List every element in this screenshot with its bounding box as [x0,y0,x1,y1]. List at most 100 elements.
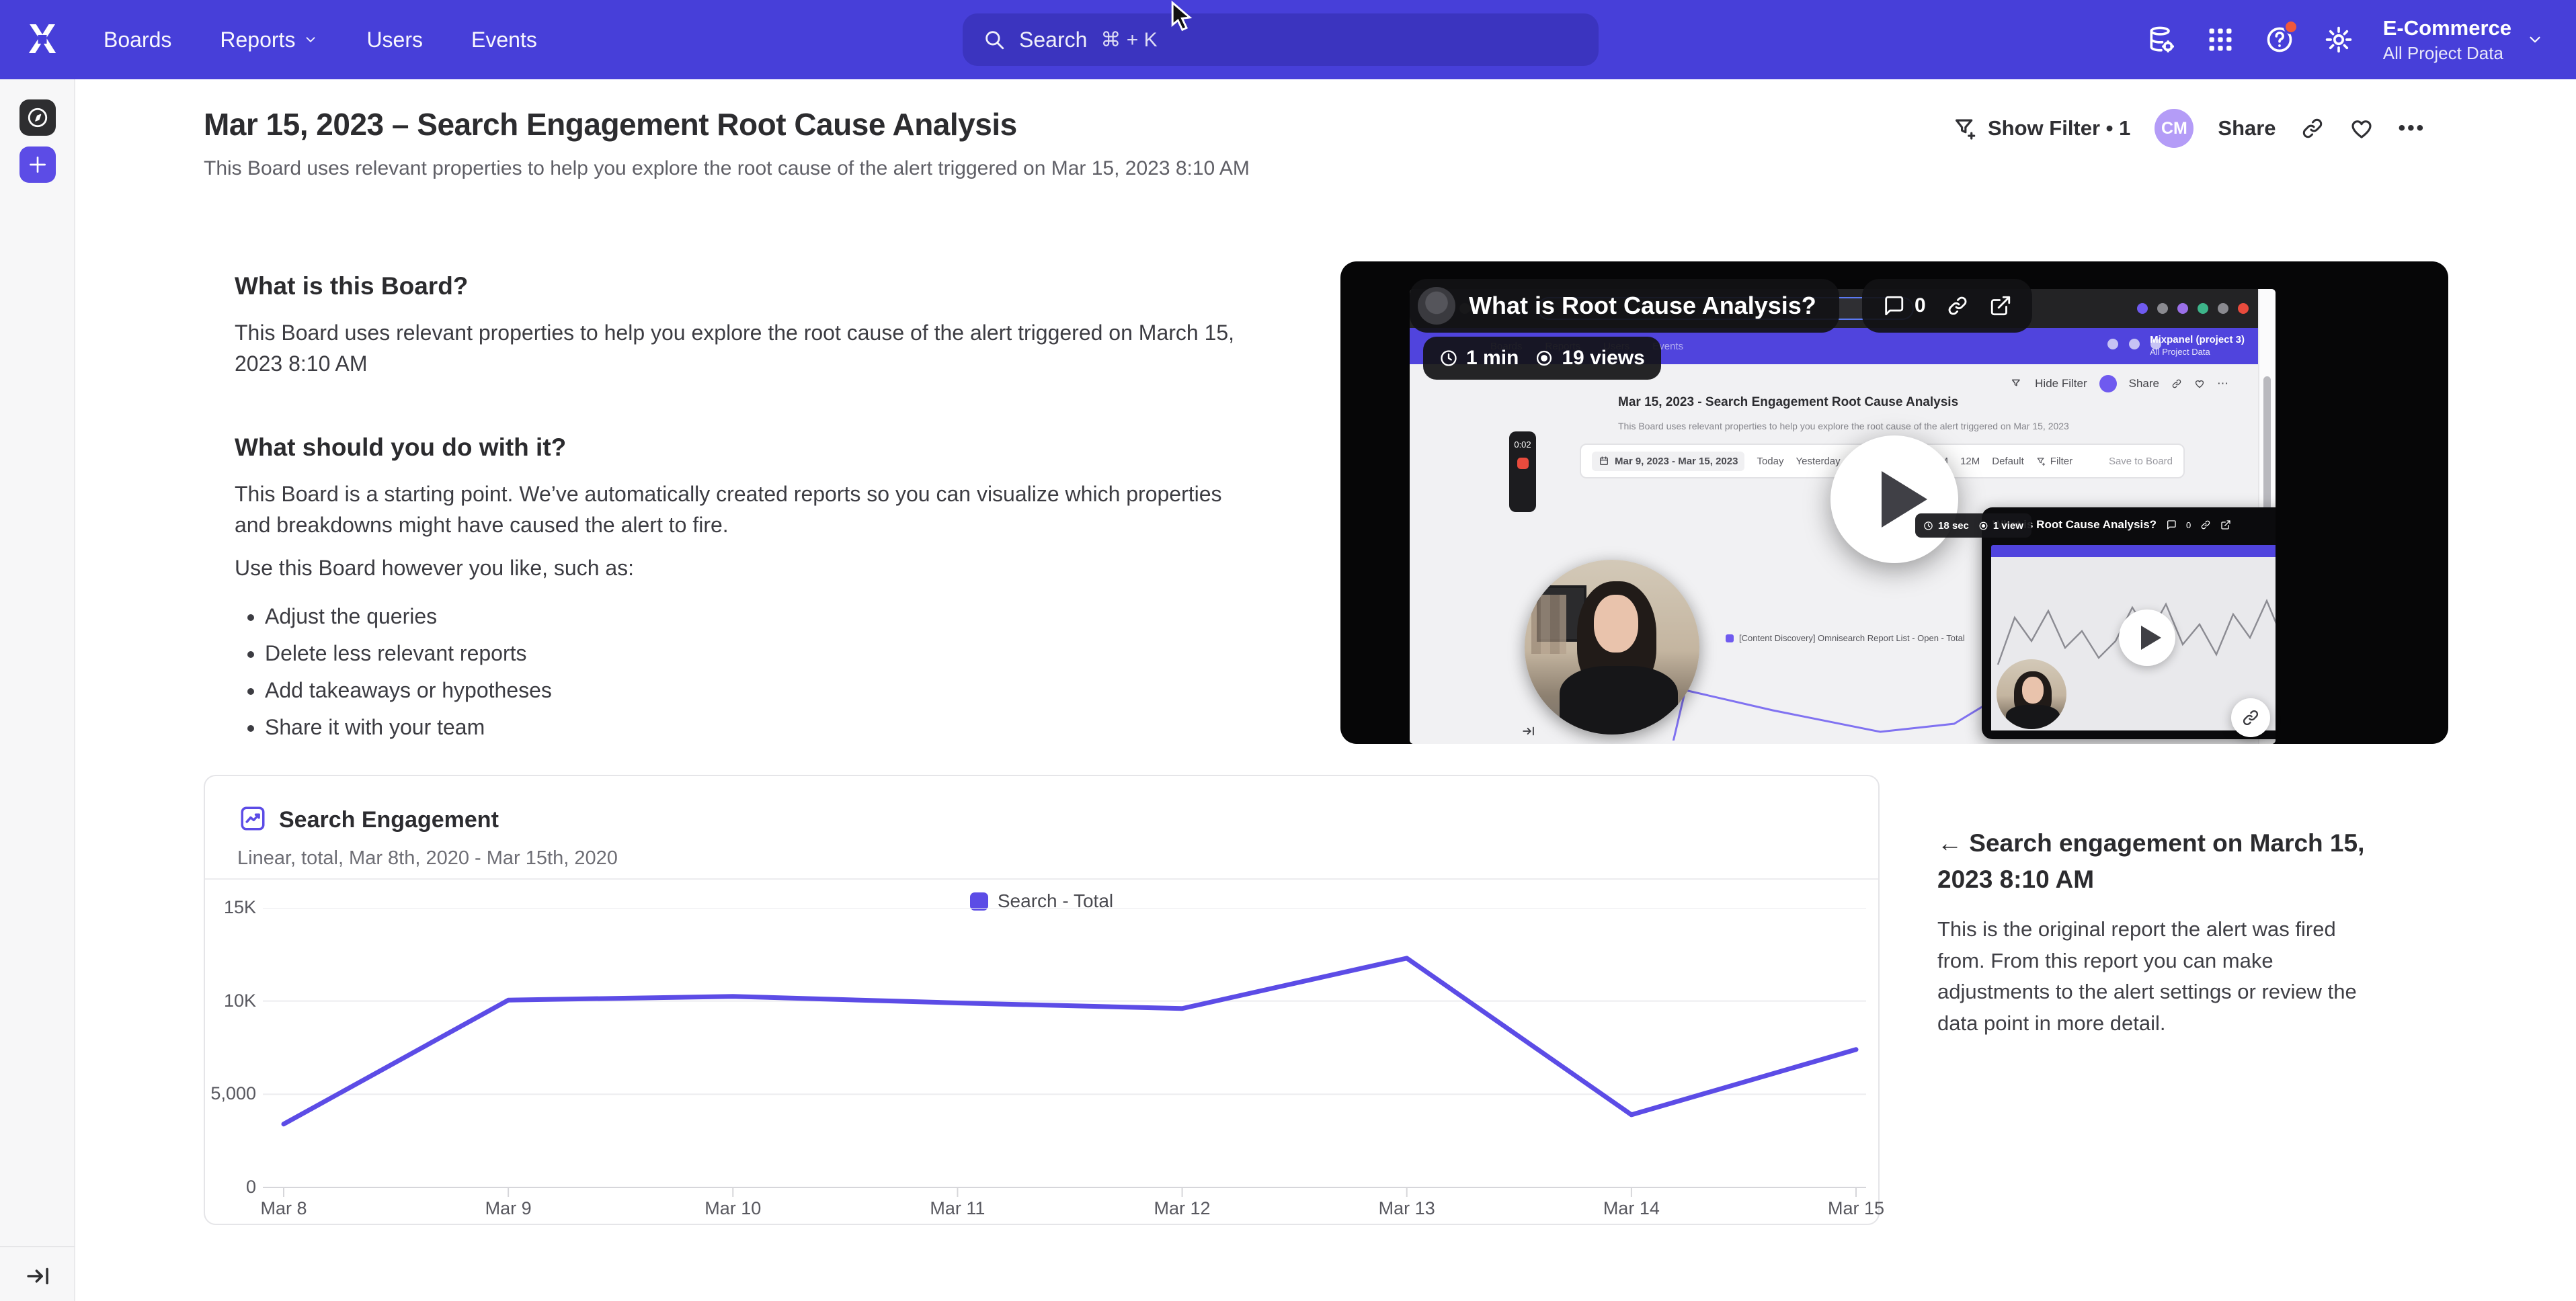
range-option: Default [1992,456,2024,467]
video-embed[interactable]: BoardsReportsUsersEvents Mixpanel (proje… [1340,261,2448,744]
settings-gear-icon[interactable] [2324,25,2353,54]
page-title: Mar 15, 2023 – Search Engagement Root Ca… [204,106,1017,142]
top-navbar: X Boards Reports Users Events Search ⌘ +… [0,0,2576,79]
recording-toolbar: 0:02 [1509,431,1536,512]
link-icon[interactable] [1946,294,1969,317]
favorite-button[interactable] [2349,116,2374,141]
x-tick-label: Mar 14 [1578,1198,1685,1219]
video-title: What is Root Cause Analysis? [1469,292,1816,320]
report-card-search-engagement[interactable]: Search Engagement Linear, total, Mar 8th… [204,775,1880,1225]
webcam-circle [1525,560,1699,735]
clock-icon [1439,349,1458,368]
copy-link-button[interactable] [2300,116,2325,140]
nested-video-stats: 18 sec 1 view [1915,513,2031,538]
x-tick-label: Mar 13 [1353,1198,1461,1219]
link-icon [2300,116,2325,140]
show-filter-button[interactable]: Show Filter • 1 [1953,116,2130,141]
nested-play-button [2119,610,2175,666]
search-icon [983,28,1006,51]
open-external-icon[interactable] [1989,294,2012,317]
mixpanel-board-page: X Boards Reports Users Events Search ⌘ +… [0,0,2576,1301]
x-tick-label: Mar 11 [903,1198,1011,1219]
y-tick-label: 5,000 [205,1083,256,1104]
nav-item-boards[interactable]: Boards [104,28,171,52]
page-subtitle: This Board uses relevant properties to h… [204,157,1250,180]
nav-item-reports[interactable]: Reports [220,28,318,52]
avatar[interactable]: CM [2155,109,2193,148]
recording-dot [2238,303,2249,314]
video-author-avatar [1418,287,1455,325]
mini-board-title: Mar 15, 2023 - Search Engagement Root Ca… [1618,395,1958,410]
discover-compass-button[interactable] [19,99,56,136]
x-tick-label: Mar 12 [1129,1198,1236,1219]
play-button[interactable] [1830,435,1958,563]
chevron-down-icon [303,32,318,47]
expand-sidebar-button[interactable] [24,1262,52,1290]
heart-icon [2349,116,2374,141]
search-input[interactable]: Search ⌘ + K [963,13,1599,66]
help-icon[interactable] [2265,25,2294,54]
x-tick-label: Mar 9 [454,1198,562,1219]
x-tick-label: Mar 15 [1802,1198,1910,1219]
y-tick-label: 15K [205,897,256,918]
mini-board-subtitle: This Board uses relevant properties to h… [1618,421,2069,431]
mini-report-legend: [Content Discovery] Omnisearch Report Li… [1726,633,1965,643]
line-chart [263,908,1866,1201]
chart-series-line[interactable] [284,958,1856,1124]
video-stats-pill: 1 min 19 views [1423,337,1661,380]
nested-video-frame: What is Root Cause Analysis? 0 [1982,507,2276,739]
x-tick-label: Mar 10 [679,1198,787,1219]
range-option: 12M [1960,456,1980,467]
x-tick-label: Mar 8 [230,1198,337,1219]
search-placeholder: Search [1019,28,1087,52]
apps-grid-icon[interactable] [2206,25,2235,54]
board-actions: Show Filter • 1 CM Share ••• [1953,105,2425,152]
mini-board-actions: Hide Filter Share ⋯ [2011,375,2228,392]
list-item: Add takeaways or hypotheses [265,675,1206,705]
save-to-board-button: Save to Board [2109,456,2173,467]
report-title[interactable]: Search Engagement [279,807,499,833]
left-rail [0,79,75,1301]
video-title-pill: What is Root Cause Analysis? [1410,279,1839,333]
notification-badge [2284,19,2298,34]
nested-webcam-circle [1997,659,2066,729]
data-management-icon[interactable] [2146,25,2176,54]
nested-video-body [1991,557,2276,730]
report-subtitle: Linear, total, Mar 8th, 2020 - Mar 15th,… [237,847,618,870]
note-body: This is the original report the alert wa… [1937,914,2368,1039]
section-heading-what-to-do: What should you do with it? [235,433,1256,462]
nested-mini-navbar [1991,545,2276,557]
section-body-what-to-do: This Board is a starting point. We’ve au… [235,478,1243,541]
range-option: Today [1757,456,1783,467]
add-board-button[interactable] [19,146,56,183]
range-option: Yesterday [1796,456,1840,467]
mini-project-switcher: Mixpanel (project 3) All Project Data [2150,333,2245,358]
y-tick-label: 10K [205,991,256,1011]
nav-item-users[interactable]: Users [366,28,423,52]
section-heading-what-is: What is this Board? [235,272,1256,300]
project-scope: All Project Data [2383,43,2511,64]
video-views: 19 views [1562,347,1644,370]
share-button[interactable]: Share [2218,116,2276,140]
nav-right-cluster: E-Commerce All Project Data [2146,0,2544,79]
mixpanel-logo[interactable]: X [19,16,66,63]
record-stop-button [1517,458,1529,469]
usage-bullet-list: Adjust the queries Delete less relevant … [265,601,1206,749]
video-duration: 1 min [1466,347,1519,370]
chevron-down-icon [2526,31,2544,48]
rail-divider [0,1246,75,1247]
link-icon [2241,708,2260,727]
nav-item-events[interactable]: Events [471,28,537,52]
search-shortcut: ⌘ + K [1100,28,1157,52]
section-body-what-is: This Board uses relevant properties to h… [235,317,1243,380]
list-item: Share it with your team [265,712,1206,742]
date-range-picker: Mar 9, 2023 - Mar 15, 2023 [1592,452,1744,471]
mini-avatar [2099,375,2117,392]
project-switcher[interactable]: E-Commerce All Project Data [2383,16,2544,64]
video-copy-link-button[interactable] [2231,698,2270,737]
comment-icon[interactable] [1882,294,1905,317]
plus-icon [27,154,48,175]
line-report-icon [239,804,267,833]
more-menu-button[interactable]: ••• [2399,117,2426,140]
y-tick-label: 0 [205,1177,256,1198]
